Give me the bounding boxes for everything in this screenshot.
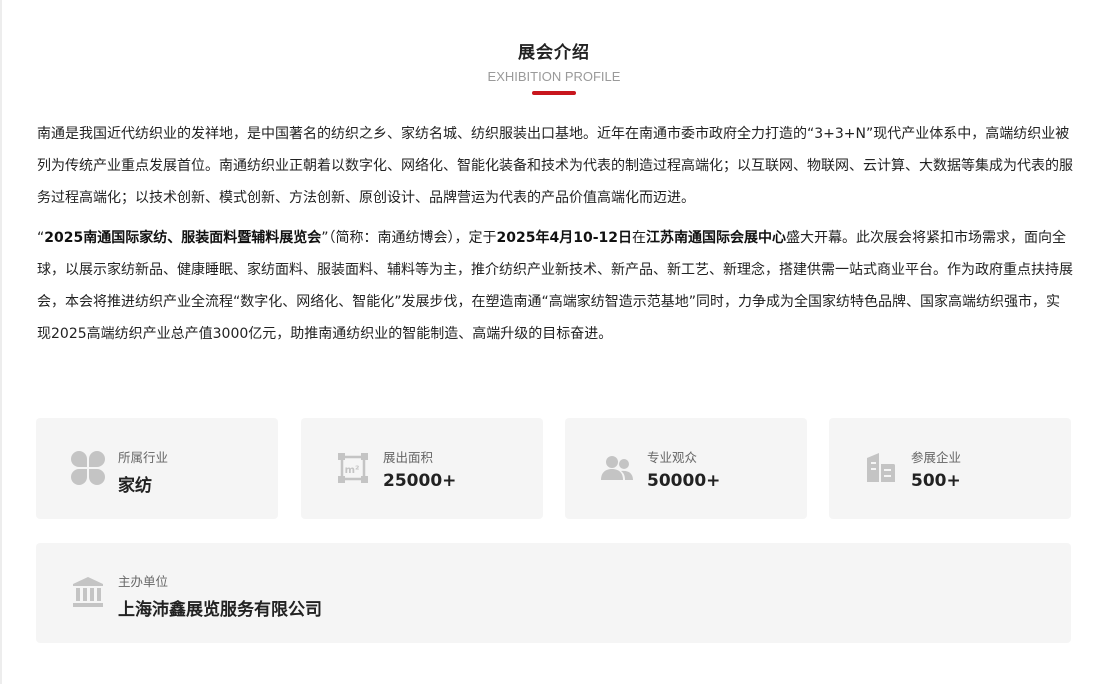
stat-card-exhibitors: 参展企业 500+ bbox=[829, 418, 1071, 519]
svg-text:m²: m² bbox=[345, 465, 360, 476]
section-title: 展会介绍 bbox=[518, 43, 590, 63]
organizer-label: 主办单位 bbox=[118, 574, 169, 589]
stat-label: 所属行业 bbox=[118, 450, 169, 465]
exhibition-venue: 江苏南通国际会展中心 bbox=[645, 230, 786, 246]
exhibition-name: 2025南通国际家纺、服装面料暨辅料展览会 bbox=[44, 230, 322, 246]
intro-text: 盛大开幕。此次展会将紧扣市场需求，面向全球，以展示家纺新品、健康睡眠、家纺面料、… bbox=[37, 230, 1073, 342]
organizer-card: 主办单位 上海沛鑫展览服务有限公司 bbox=[36, 543, 1071, 643]
area-square-meter-icon: m² bbox=[338, 453, 368, 483]
category-grid-icon bbox=[71, 451, 105, 485]
stat-label: 参展企业 bbox=[911, 450, 962, 465]
section-header: 展会介绍 EXHIBITION PROFILE bbox=[0, 38, 1096, 95]
stat-value: 500+ bbox=[911, 471, 961, 491]
intro-text: 在 bbox=[631, 230, 646, 246]
stat-label: 展出面积 bbox=[383, 450, 434, 465]
left-border bbox=[0, 0, 2, 684]
building-enterprise-icon bbox=[867, 453, 895, 482]
stat-value: 50000+ bbox=[647, 471, 721, 491]
title-accent-bar bbox=[532, 91, 576, 95]
institution-building-icon bbox=[73, 577, 103, 607]
organizer-name: 上海沛鑫展览服务有限公司 bbox=[118, 600, 322, 620]
stat-card-audience: 专业观众 50000+ bbox=[565, 418, 807, 519]
intro-text: ”（简称：南通纺博会），定于 bbox=[321, 230, 497, 246]
exhibition-date: 2025年4月10-12日 bbox=[496, 230, 632, 246]
section-subtitle: EXHIBITION PROFILE bbox=[487, 69, 621, 84]
stat-card-industry: 所属行业 家纺 bbox=[36, 418, 278, 519]
intro-paragraph-1: 南通是我国近代纺织业的发祥地，是中国著名的纺织之乡、家纺名城、纺织服装出口基地。… bbox=[37, 126, 1073, 206]
exhibition-intro: 南通是我国近代纺织业的发祥地，是中国著名的纺织之乡、家纺名城、纺织服装出口基地。… bbox=[37, 118, 1073, 358]
stat-label: 专业观众 bbox=[647, 450, 698, 465]
audience-people-icon bbox=[601, 456, 633, 480]
stat-card-area: m² 展出面积 25000+ bbox=[301, 418, 543, 519]
stat-value: 家纺 bbox=[118, 476, 152, 496]
stat-value: 25000+ bbox=[383, 471, 457, 491]
intro-paragraph-2: “2025南通国际家纺、服装面料暨辅料展览会”（简称：南通纺博会），定于2025… bbox=[37, 222, 1073, 350]
